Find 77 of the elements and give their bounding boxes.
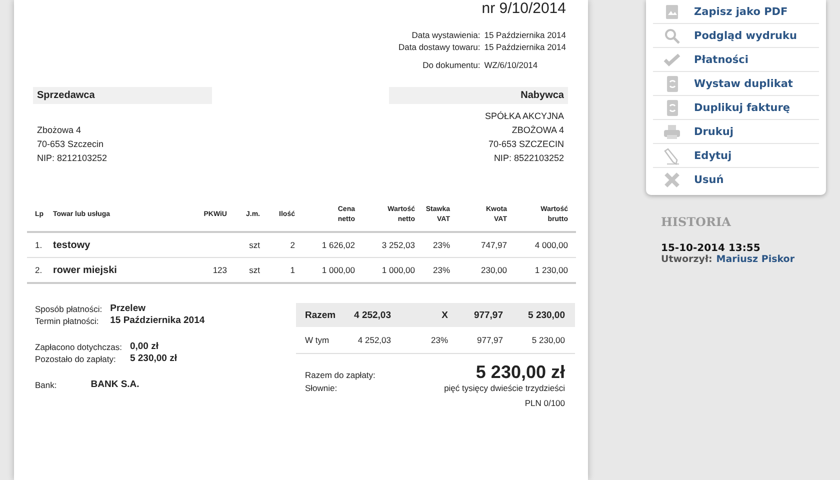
date-value: 15 Października 2014 — [484, 29, 566, 41]
table-cell-text: 4 000,00 — [534, 240, 568, 250]
table-cell-text: rower miejski — [53, 264, 118, 276]
menu-item[interactable]: Duplikuj fakturę — [653, 96, 819, 120]
reference-value: WZ/6/10/2014 — [484, 59, 539, 71]
in-words-value: pięć tysięcy dwieście trzydzieści — [443, 382, 565, 395]
table-cell-text: 1 230,00 — [534, 265, 568, 275]
summary-cell-text: 5 230,00 — [527, 310, 565, 320]
table-cell-text: szt — [248, 240, 260, 250]
table-cell-text: 1 — [289, 265, 295, 275]
search-icon — [663, 26, 681, 44]
payment-label: Pozostało do zapłaty: — [35, 353, 117, 365]
amount-due-label: Razem do zapłaty: — [305, 369, 376, 382]
pencil-icon — [663, 146, 681, 164]
seller-address-line: 70-653 Szczecin — [37, 138, 105, 151]
date-value: 15 Października 2014 — [484, 41, 566, 53]
table-cell-text: 747,97 — [480, 240, 507, 250]
payment-value: 15 Października 2014 — [110, 315, 205, 327]
seller-address-line: Zbożowa 4 — [37, 124, 82, 137]
menu-item[interactable]: Edytuj — [653, 144, 819, 168]
payment-value: BANK S.A. — [90, 379, 140, 391]
table-cell-text: 1. — [35, 240, 44, 250]
history-heading: HISTORIA — [661, 215, 732, 229]
buyer-address-line: 70-653 SZCZECIN — [487, 138, 564, 151]
table-cell-text: 2. — [35, 265, 44, 275]
history-timestamp: 15-10-2014 13:55 — [661, 243, 762, 254]
table-cell-text: szt — [248, 265, 260, 275]
table-cell-text: 230,00 — [480, 265, 507, 275]
table-cell-text: 2 — [289, 240, 295, 250]
date-label: Data dostawy towaru: — [398, 41, 480, 53]
buyer-address-line: ZBOŻOWA 4 — [510, 124, 564, 137]
menu-item[interactable]: Podgląd wydruku — [653, 24, 819, 48]
author-label: Utworzył: — [661, 254, 712, 265]
buyer-address-line: NIP: 8522103252 — [492, 152, 564, 165]
summary-cell-text: 23% — [430, 335, 448, 345]
menu-item[interactable]: Płatności — [653, 48, 819, 72]
delete-icon — [663, 170, 681, 188]
table-cell-text: 1 626,02 — [320, 240, 355, 250]
menu-item[interactable]: Wystaw duplikat — [653, 72, 819, 96]
in-words-label: Słownie: — [305, 382, 338, 395]
payment-value: Przelew — [110, 303, 146, 315]
summary-cell-text: 4 252,03 — [353, 310, 391, 320]
currency-note: PLN 0/100 — [524, 397, 565, 410]
table-cell-text: testowy — [53, 240, 92, 250]
summary-cell-text: 5 230,00 — [530, 335, 565, 345]
summary-cell-text: W tym — [305, 335, 330, 345]
summary-cell-text: X — [440, 310, 448, 320]
payment-value: 0,00 zł — [130, 341, 160, 353]
printer-icon — [663, 122, 681, 140]
table-cell-text: 23% — [432, 240, 450, 250]
payment-label: Termin płatności: — [35, 315, 100, 327]
seller-heading: Sprzedawca — [33, 87, 212, 104]
summary-cell-text: Razem — [305, 310, 337, 320]
table-cell-text: 1 000,00 — [380, 265, 415, 275]
author-link[interactable]: Mariusz Piskor — [716, 254, 795, 265]
buyer-address-line: SPÓŁKA AKCYJNA — [484, 110, 564, 123]
table-cell-text: 23% — [432, 265, 450, 275]
reference-label: Do dokumentu: — [422, 59, 480, 71]
buyer-heading: Nabywca — [389, 87, 568, 104]
amount-due-value: 5 230,00 zł — [474, 362, 565, 382]
menu-item[interactable]: Zapisz jako PDF — [653, 0, 819, 24]
invoice-number: nr 9/10/2014 — [480, 0, 567, 17]
menu-item[interactable]: Usuń — [653, 168, 819, 191]
table-cell-text: 123 — [212, 265, 227, 275]
image-document-icon — [663, 2, 681, 20]
table-cell-text: 3 252,03 — [380, 240, 415, 250]
payment-label: Sposób płatności: — [35, 303, 102, 315]
date-label: Data wystawienia: — [410, 29, 480, 41]
summary-cell-text: 977,97 — [472, 310, 503, 320]
payment-value: 5 230,00 zł — [130, 353, 177, 365]
menu-item[interactable]: Drukuj — [653, 120, 819, 144]
summary-cell-text: 977,97 — [476, 335, 503, 345]
payment-label: Bank: — [35, 379, 57, 391]
seller-address-line: NIP: 8212103252 — [37, 152, 108, 165]
summary-cell-text: 4 252,03 — [356, 335, 391, 345]
payment-label: Zapłacono dotychczas: — [35, 341, 122, 353]
table-cell-text: 1 000,00 — [320, 265, 355, 275]
